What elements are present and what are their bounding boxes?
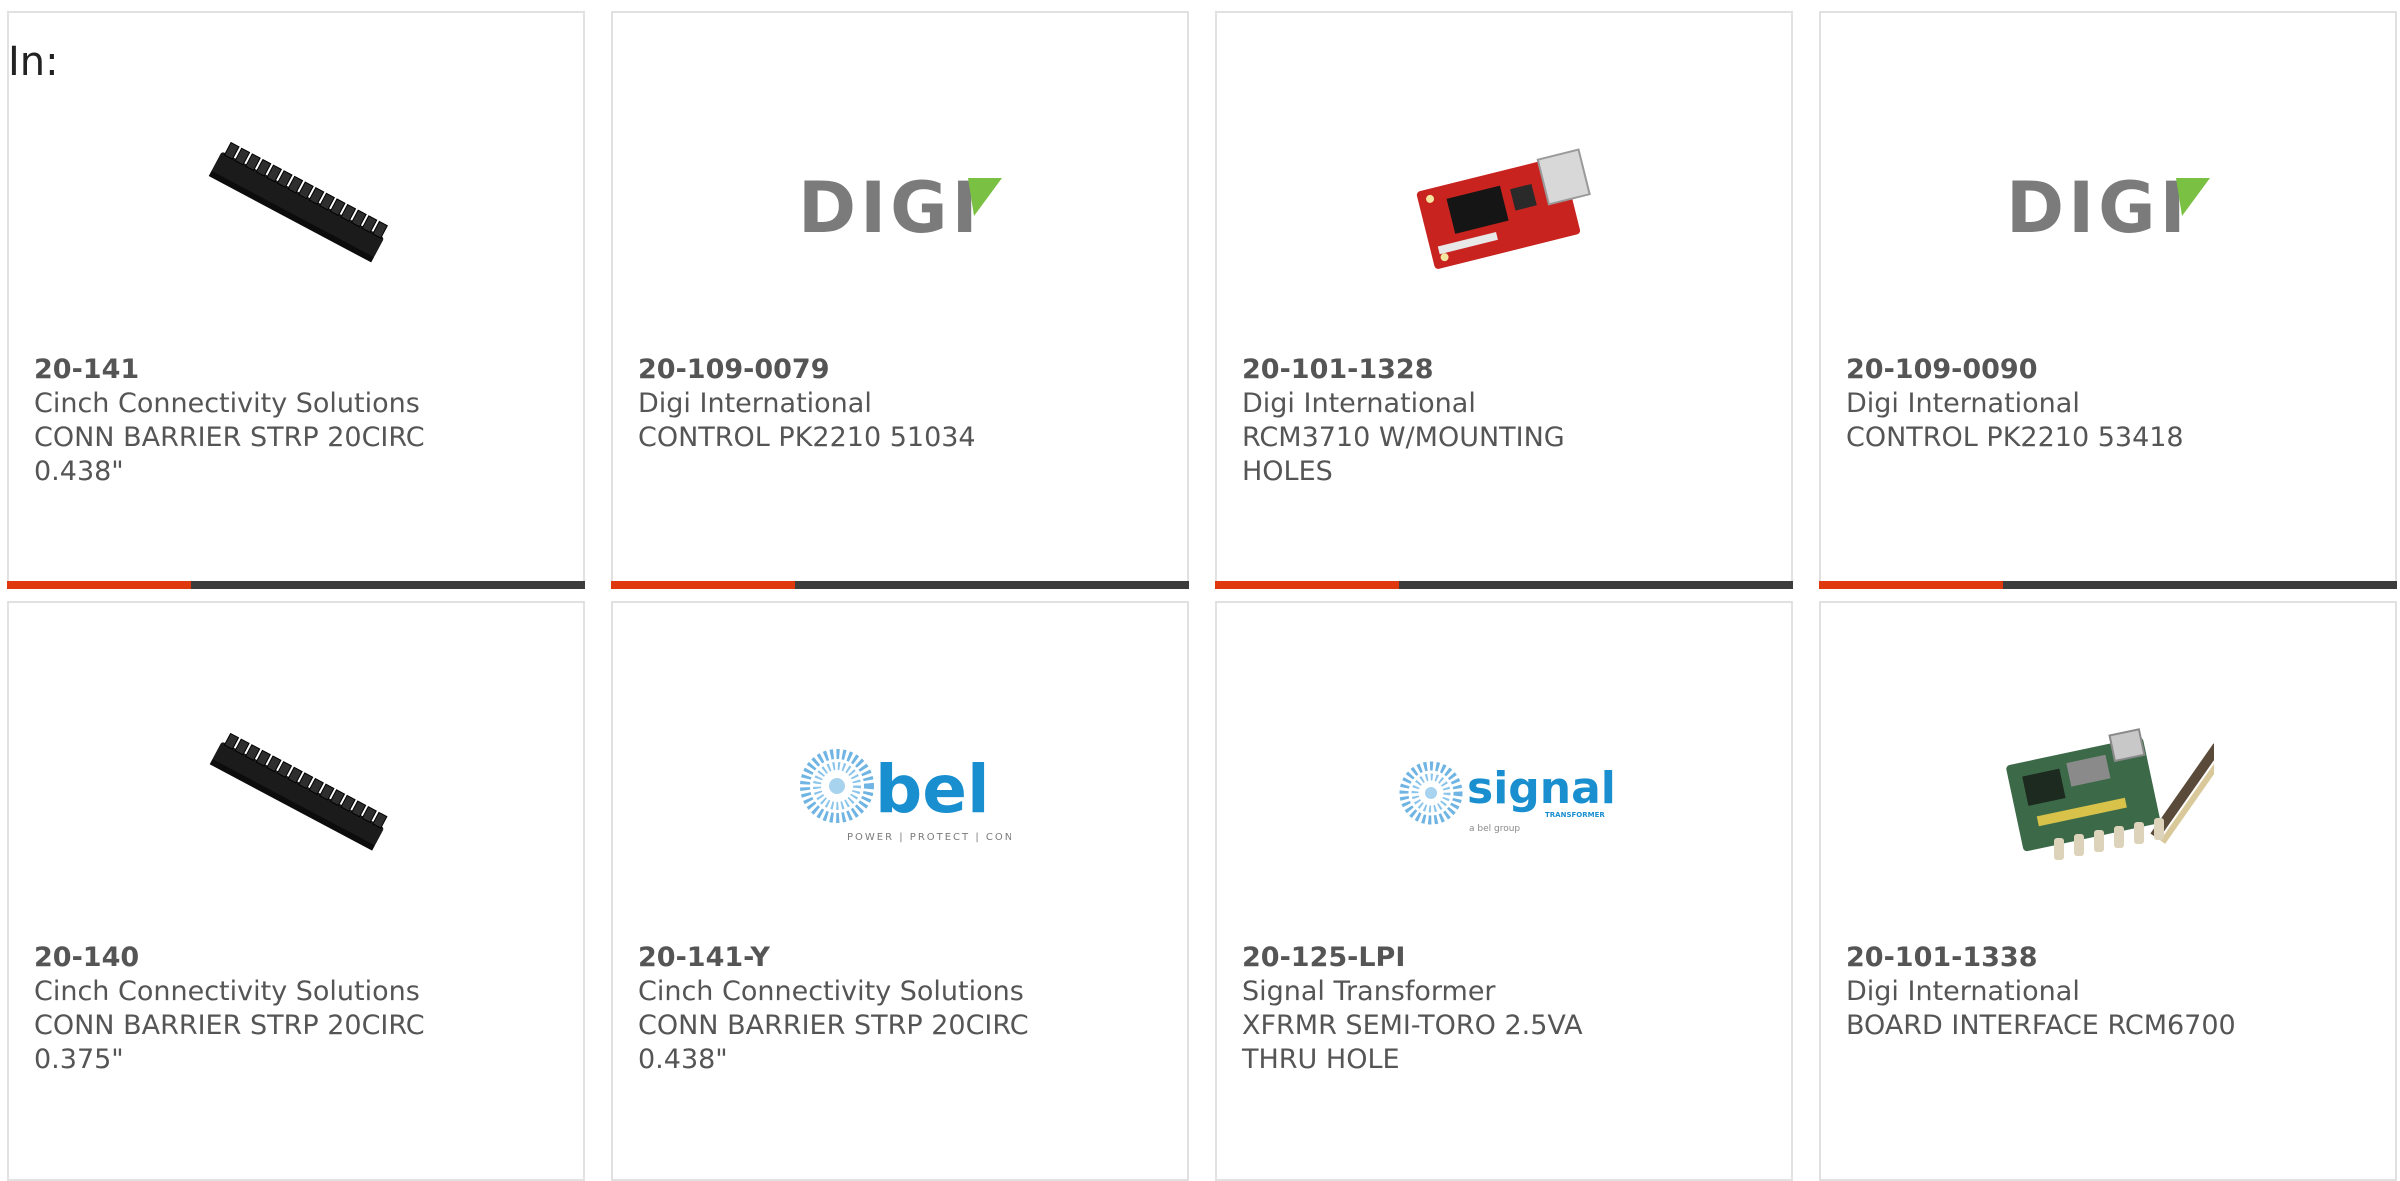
part-number[interactable]: 20-101-1328 <box>1242 353 1662 387</box>
card-footer-bar <box>611 581 1189 589</box>
product-card[interactable]: DIGI 20-109-0079 Digi International CONT… <box>611 11 1189 589</box>
bel-logo: bel POWER | PROTECT | CONNECT <box>800 749 1011 843</box>
barrier-strip-image <box>208 141 388 263</box>
description: RCM3710 W/MOUNTING HOLES <box>1242 422 1565 487</box>
product-image[interactable]: DIGI <box>1991 108 2227 304</box>
product-card[interactable]: DIGI 20-109-0090 Digi International CONT… <box>1819 11 2397 589</box>
part-number[interactable]: 20-140 <box>34 941 454 975</box>
svg-text:DIGI: DIGI <box>2006 167 2190 246</box>
product-image[interactable] <box>179 108 415 304</box>
product-image[interactable] <box>1991 698 2227 894</box>
manufacturer: Cinch Connectivity Solutions <box>34 976 420 1007</box>
card-footer-accent <box>1819 581 2003 589</box>
product-card[interactable]: 20-101-1338 Digi International BOARD INT… <box>1819 601 2397 1181</box>
product-info: 20-141-Y Cinch Connectivity Solutions CO… <box>638 941 1058 1077</box>
part-number[interactable]: 20-125-LPI <box>1242 941 1662 975</box>
product-info: 20-101-1338 Digi International BOARD INT… <box>1846 941 2266 1043</box>
card-footer-accent <box>7 581 191 589</box>
filter-label: In: <box>8 39 59 85</box>
product-card[interactable]: signal TRANSFORMER a bel group 20-125-LP… <box>1215 601 1793 1181</box>
description: CONTROL PK2210 53418 <box>1846 422 2184 453</box>
product-info: 20-140 Cinch Connectivity Solutions CONN… <box>34 941 454 1077</box>
product-info: 20-125-LPI Signal Transformer XFRMR SEMI… <box>1242 941 1662 1077</box>
product-info: 20-109-0079 Digi International CONTROL P… <box>638 353 1058 455</box>
card-footer-bar <box>1819 581 2397 589</box>
barrier-strip-image <box>209 732 388 851</box>
manufacturer: Digi International <box>1242 388 1476 419</box>
product-card[interactable]: 20-140 Cinch Connectivity Solutions CONN… <box>7 601 585 1181</box>
product-image[interactable]: signal TRANSFORMER a bel group <box>1387 698 1623 894</box>
manufacturer: Digi International <box>1846 388 2080 419</box>
part-number[interactable]: 20-141-Y <box>638 941 1058 975</box>
card-footer-accent <box>611 581 795 589</box>
svg-text:a bel group: a bel group <box>1469 824 1520 834</box>
signal-logo: signal TRANSFORMER a bel group <box>1399 761 1615 834</box>
product-image[interactable] <box>179 698 415 894</box>
digi-logo: DIGI <box>2006 167 2210 246</box>
svg-text:TRANSFORMER: TRANSFORMER <box>1545 811 1605 819</box>
green-board-image <box>2006 728 2214 860</box>
product-info: 20-141 Cinch Connectivity Solutions CONN… <box>34 353 454 489</box>
product-image[interactable] <box>1387 108 1623 304</box>
description: CONN BARRIER STRP 20CIRC 0.438" <box>638 1010 1029 1075</box>
description: CONTROL PK2210 51034 <box>638 422 976 453</box>
digi-logo: DIGI <box>798 167 1002 246</box>
manufacturer: Cinch Connectivity Solutions <box>34 388 420 419</box>
svg-text:bel: bel <box>875 751 990 828</box>
product-card[interactable]: 20-141 Cinch Connectivity Solutions CONN… <box>7 11 585 589</box>
product-image[interactable]: DIGI <box>783 108 1019 304</box>
svg-text:POWER | PROTECT | CONNECT: POWER | PROTECT | CONNECT <box>847 832 1011 843</box>
svg-text:DIGI: DIGI <box>798 167 982 246</box>
part-number[interactable]: 20-109-0079 <box>638 353 1058 387</box>
product-card[interactable]: 20-101-1328 Digi International RCM3710 W… <box>1215 11 1793 589</box>
product-grid: 20-141 Cinch Connectivity Solutions CONN… <box>0 0 2400 1181</box>
card-footer-bar <box>7 581 585 589</box>
manufacturer: Cinch Connectivity Solutions <box>638 976 1024 1007</box>
product-info: 20-101-1328 Digi International RCM3710 W… <box>1242 353 1662 489</box>
card-footer-bar <box>1215 581 1793 589</box>
description: XFRMR SEMI-TORO 2.5VA THRU HOLE <box>1242 1010 1583 1075</box>
part-number[interactable]: 20-101-1338 <box>1846 941 2266 975</box>
description: CONN BARRIER STRP 20CIRC 0.375" <box>34 1010 425 1075</box>
description: CONN BARRIER STRP 20CIRC 0.438" <box>34 422 425 487</box>
svg-text:signal: signal <box>1467 763 1615 814</box>
manufacturer: Digi International <box>638 388 872 419</box>
manufacturer: Digi International <box>1846 976 2080 1007</box>
part-number[interactable]: 20-141 <box>34 353 454 387</box>
product-card[interactable]: bel POWER | PROTECT | CONNECT 20-141-Y C… <box>611 601 1189 1181</box>
card-footer-accent <box>1215 581 1399 589</box>
manufacturer: Signal Transformer <box>1242 976 1496 1007</box>
red-module-image <box>1416 148 1591 269</box>
description: BOARD INTERFACE RCM6700 <box>1846 1010 2236 1041</box>
product-info: 20-109-0090 Digi International CONTROL P… <box>1846 353 2266 455</box>
product-image[interactable]: bel POWER | PROTECT | CONNECT <box>783 698 1019 894</box>
part-number[interactable]: 20-109-0090 <box>1846 353 2266 387</box>
